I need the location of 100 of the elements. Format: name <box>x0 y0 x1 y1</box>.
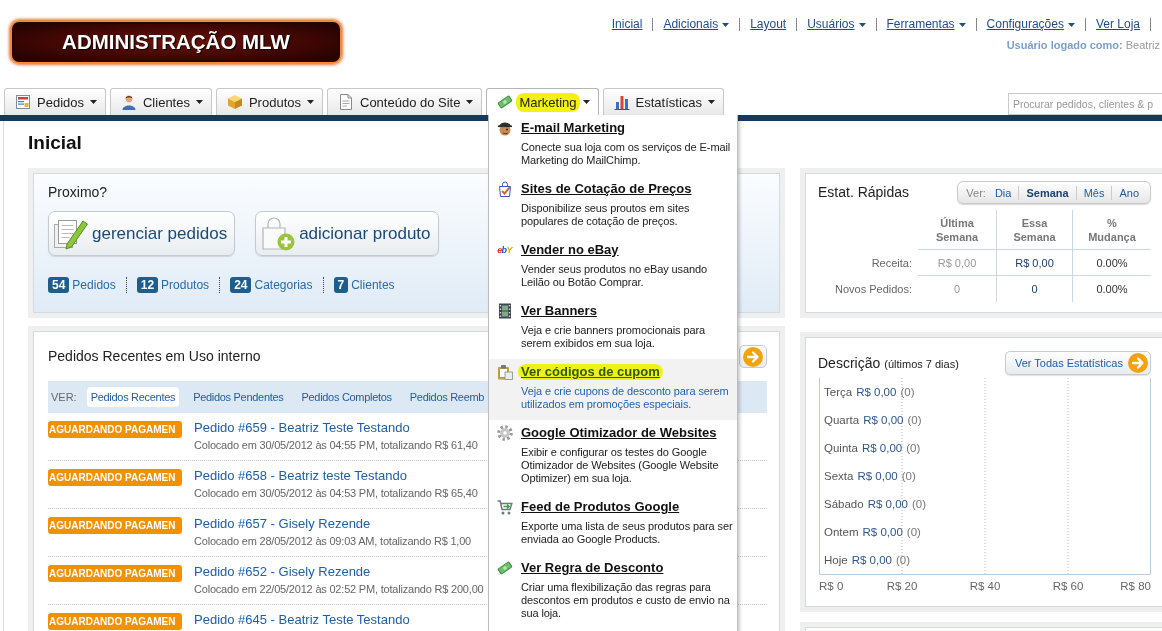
count-link[interactable]: Pedidos <box>72 278 116 292</box>
menu-item-description: Conecte sua loja com os serviços de E-mail Marketing do MailChimp. <box>521 141 732 167</box>
caret-icon <box>195 100 203 104</box>
menu-item-description: Vender seus produtos no eBay usando Leilão ou Botão Comprar. <box>521 263 709 289</box>
order-link[interactable]: Pedido #657 - Gisely Rezende <box>194 516 371 532</box>
menu-item-link[interactable]: E-mail Marketing <box>521 120 626 136</box>
nav-tab[interactable]: Pedidos <box>4 88 106 115</box>
column-header: Última Semana <box>918 210 996 250</box>
menu-item-link[interactable]: Feed de Produtos Google <box>521 499 680 515</box>
period-tab[interactable]: Mês <box>1075 185 1112 200</box>
axis-label: R$ 60 <box>1052 579 1084 594</box>
table-cell: 0.00% <box>1072 250 1151 276</box>
menu-item-link[interactable]: Vender no eBay <box>521 242 619 258</box>
menu-item[interactable]: Sites de Cotação de Preços Disponibilize seus proutos em sites populares de cotação de preços. <box>489 176 737 237</box>
period-tab[interactable]: Semana <box>1018 185 1076 200</box>
menu-item[interactable]: E-mail Marketing Conecte sua loja com os serviços de E-mail Marketing do MailChimp. <box>489 115 737 176</box>
caret-icon <box>858 22 866 27</box>
day-label: Terça <box>824 386 853 398</box>
menu-item[interactable]: Ver Regra de Desconto Criar uma flexibilização das regras para descontos em produtos e custo de envio na sua loja. <box>489 555 737 629</box>
filter-tab[interactable]: Pedidos Reemb <box>405 387 489 407</box>
top-link[interactable]: Configurações <box>976 18 1086 31</box>
count-link[interactable]: Produtos <box>161 278 210 292</box>
row-label: Novos Pedidos: <box>833 282 913 297</box>
status-badge: AGUARDANDO PAGAMEN <box>48 421 182 438</box>
period-tab[interactable]: Dia <box>987 185 1019 200</box>
table-cell: R$ 0,00 <box>996 250 1072 276</box>
amount-label: R$ 0,00 <box>862 526 903 538</box>
nav-tab[interactable]: Produtos <box>215 88 323 115</box>
menu-item-description: Veja e crie banners promocionais para serem exibidos em sua loja. <box>521 324 707 350</box>
logo[interactable]: ADMINISTRAÇÃO MLW <box>10 20 342 64</box>
top-link[interactable]: Ferramentas <box>876 18 977 31</box>
order-link[interactable]: Pedido #645 - Beatriz Teste Testando <box>194 612 410 628</box>
order-count-label: (0) <box>907 414 922 426</box>
filter-tab[interactable]: Pedidos Recentes <box>86 387 180 407</box>
menu-item-link[interactable]: Ver Banners <box>521 303 597 319</box>
menu-item[interactable]: Ver códigos de cupom Veja e crie cupons de desconto para serem utilizados em promoções especiais. <box>489 359 737 420</box>
top-link[interactable]: Layout <box>740 18 798 31</box>
row-label: Receita: <box>870 256 913 271</box>
top-link[interactable]: Inicial <box>601 18 654 31</box>
menu-item-description: Exporte uma lista de seus produtos para ser enviada ao Google Products. <box>521 520 733 546</box>
order-link[interactable]: Pedido #652 - Gisely Rezende <box>194 564 371 580</box>
amount-label: R$ 0,00 <box>856 386 897 398</box>
order-count-label: (0) <box>900 386 915 398</box>
menu-item[interactable]: Ver Banners Veja e crie banners promocionais para serem exibidos em sua loja. <box>489 298 737 359</box>
menu-item-link[interactable]: Sites de Cotação de Preços <box>521 181 692 197</box>
search-field[interactable]: Procurar pedidos, clientes & p <box>1008 92 1162 115</box>
menu-item-link[interactable]: Ver Regra de Desconto <box>521 560 664 576</box>
action-button[interactable]: adicionar produto <box>255 211 439 256</box>
panel-subtitle: (últimos 7 dias) <box>884 357 959 370</box>
panel-title: Pedidos Recentes em Uso interno <box>48 348 261 365</box>
menu-item-description: Veja e crie cupons de desconto para serem utilizados em promoções especiais. <box>521 385 730 411</box>
order-count-label: (0) <box>911 498 926 510</box>
count-link[interactable]: Categorias <box>254 278 313 292</box>
amount-label: R$ 0,00 <box>851 554 892 566</box>
filter-tab[interactable]: Pedidos Pendentes <box>189 387 288 407</box>
count-badge: 54 <box>48 277 70 293</box>
caret-icon <box>90 100 97 104</box>
day-label: Quarta <box>824 414 860 426</box>
nav-tab[interactable]: Conteúdo do Site <box>327 88 483 115</box>
count-badge: 12 <box>136 277 159 293</box>
next-button[interactable] <box>739 345 767 368</box>
order-count-label: (0) <box>895 554 910 566</box>
period-tab[interactable]: Ano <box>1111 185 1146 200</box>
day-label: Sábado <box>824 498 864 510</box>
menu-item-link[interactable]: Google Otimizador de Websites <box>521 425 717 441</box>
logo-mark: ebY <box>497 245 512 255</box>
count-link[interactable]: Clientes <box>351 278 395 292</box>
column-header: Essa Semana <box>996 210 1072 250</box>
table-cell: 0 <box>996 276 1072 302</box>
caret-icon <box>722 22 730 27</box>
menu-item-link[interactable]: Ver códigos de cupom <box>518 364 663 380</box>
count-badge: 24 <box>230 277 252 293</box>
view-all-button[interactable]: Ver Todas Estatísticas <box>1004 351 1151 375</box>
caret-icon <box>958 22 966 27</box>
menu-item[interactable]: Google Otimizador de Websites Exibir e configurar os testes do Google Otimizador de Websites (Google Website Optimizer) em sua loja. <box>489 420 737 494</box>
order-link[interactable]: Pedido #659 - Beatriz Teste Testando <box>194 420 410 436</box>
table-cell-text: 0 <box>952 282 962 297</box>
status-badge: AGUARDANDO PAGAMEN <box>48 565 182 582</box>
bag-plus-icon <box>260 215 297 252</box>
top-link[interactable]: Ver Loja <box>1085 18 1151 31</box>
nav-tab[interactable]: Clientes <box>110 88 212 115</box>
amount-label: R$ 0,00 <box>867 498 908 510</box>
day-label: Sexta <box>824 470 854 482</box>
status-badge: AGUARDANDO PAGAMEN <box>48 613 182 630</box>
nav-tab[interactable]: Estatísticas <box>602 88 724 115</box>
top-link[interactable]: Usuários <box>797 18 877 31</box>
menu-item[interactable]: ebY Vender no eBay Vender seus produtos no eBay usando Leilão ou Botão Comprar. <box>489 237 737 298</box>
top-link[interactable]: Adicionais <box>653 18 741 31</box>
action-button[interactable]: gerenciar pedidos <box>48 211 236 256</box>
axis-label: R$ 20 <box>886 579 918 594</box>
menu-item[interactable]: Feed de Produtos Google Exporte uma lista de seus produtos para ser enviada ao Google Products. <box>489 494 737 555</box>
user-name: Beatriz <box>1125 39 1160 52</box>
box-icon <box>226 94 243 110</box>
filter-tab[interactable]: Pedidos Completos <box>297 387 396 407</box>
status-badge: AGUARDANDO PAGAMEN <box>48 469 182 486</box>
order-link[interactable]: Pedido #658 - Beatriz teste Testando <box>194 468 407 484</box>
cart-icon <box>496 499 513 515</box>
nav-tab[interactable]: Marketing <box>486 88 599 115</box>
page-title: Inicial <box>28 132 82 154</box>
caret-icon <box>1067 22 1075 27</box>
